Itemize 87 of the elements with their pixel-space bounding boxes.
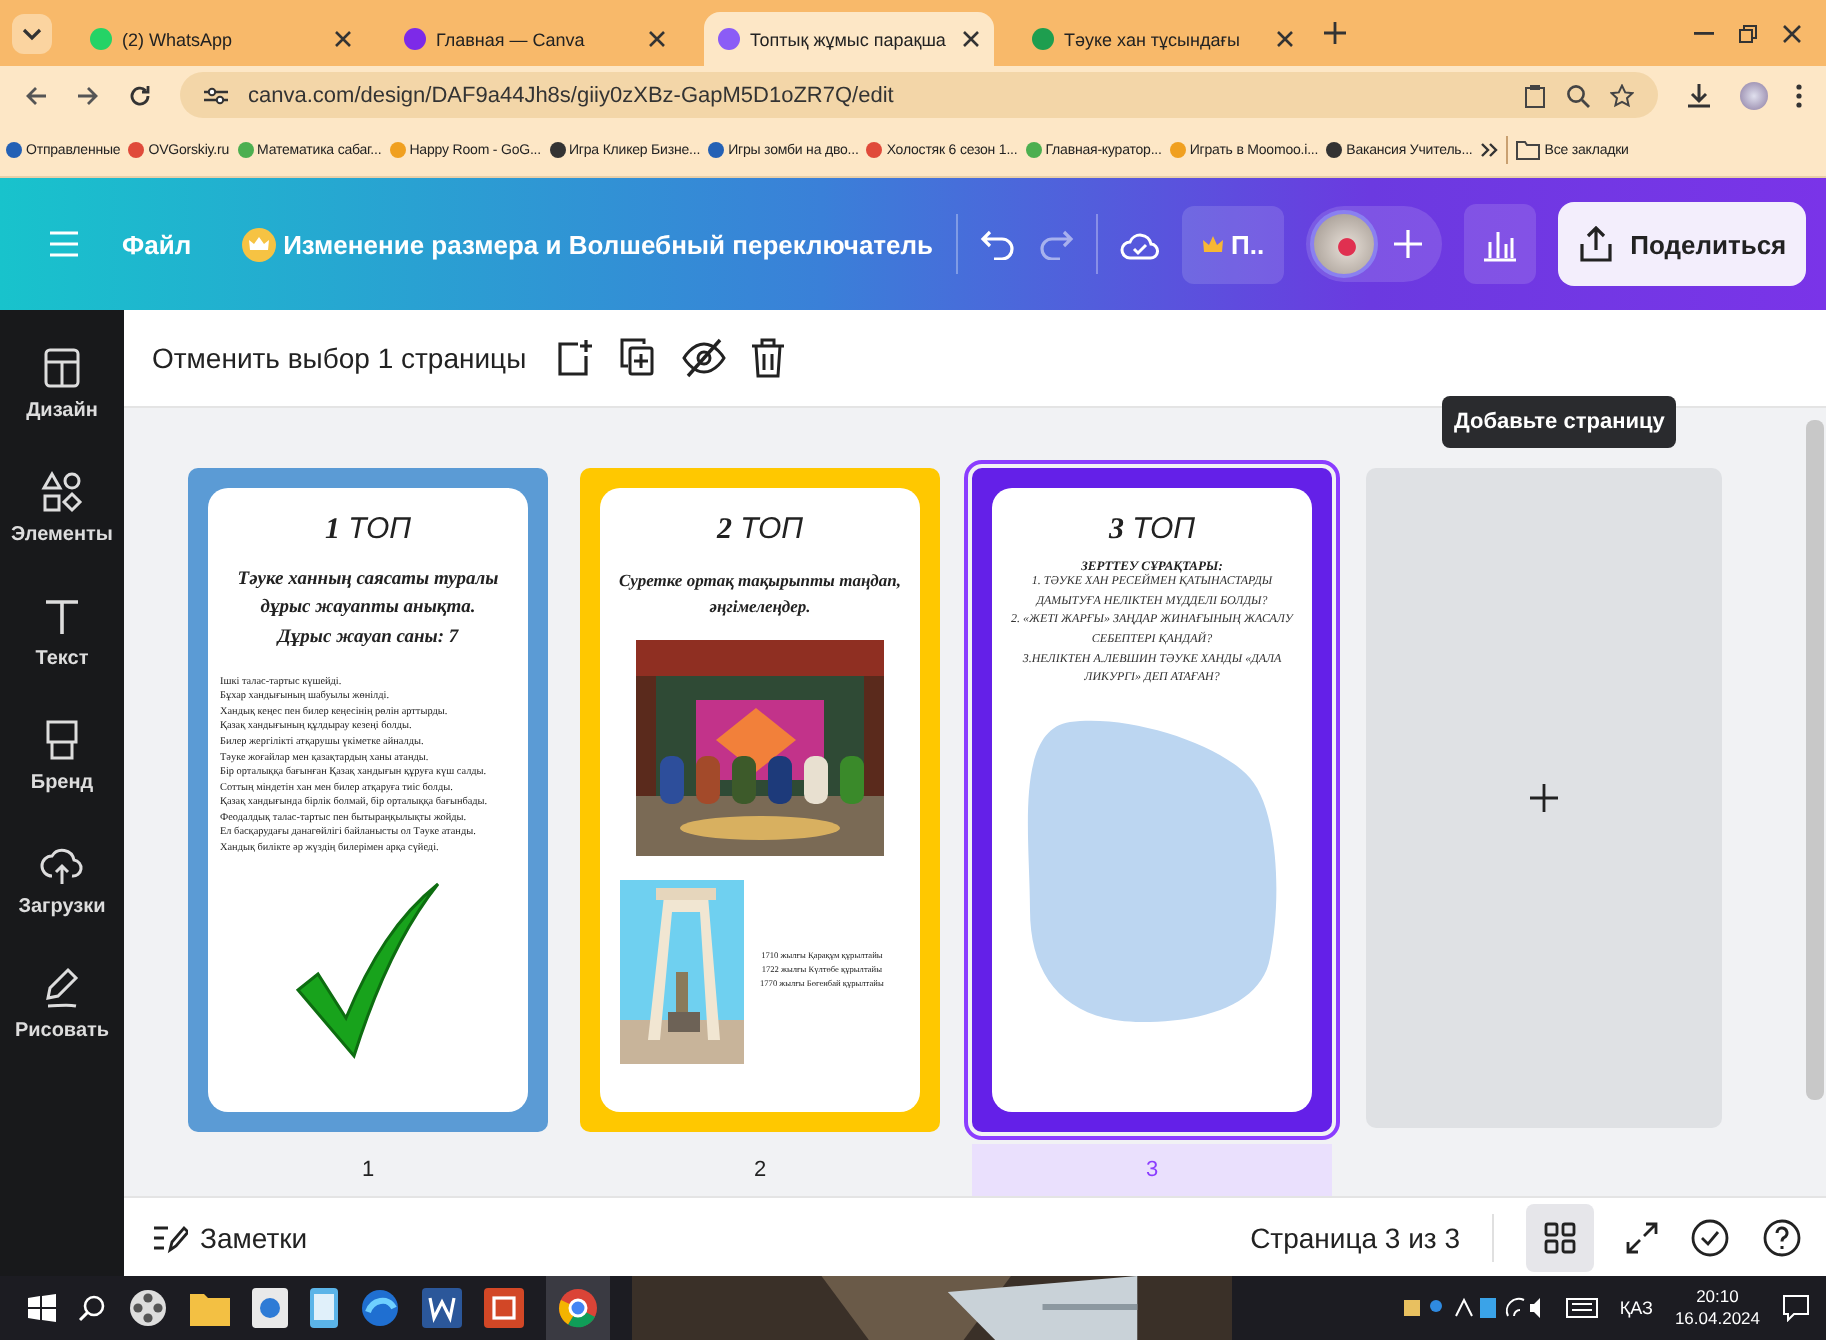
task-text: Суретке ортақ тақырыпты таңдап, әңгімелеңдер. (619, 568, 901, 620)
new-tab-icon[interactable] (1324, 22, 1346, 44)
page-counter: Страница 3 из 3 (1250, 1221, 1460, 1254)
minimize-icon[interactable] (1694, 31, 1714, 35)
check-circle-icon[interactable] (1690, 1217, 1730, 1258)
sidebar-item[interactable]: Рисовать (14, 966, 110, 1042)
grid-icon (1544, 1221, 1576, 1254)
film-reel-icon[interactable] (128, 1288, 168, 1328)
more-icon[interactable] (1796, 83, 1802, 107)
notes-icon (152, 1221, 188, 1254)
browser-tab[interactable]: Топтық жұмыс парақша (704, 12, 994, 66)
sidebar-item[interactable]: Загрузки (18, 842, 106, 918)
folder-icon (1516, 140, 1541, 160)
browser-tab[interactable]: Главная — Canva (390, 12, 680, 66)
sidebar-item[interactable]: Текст (35, 594, 89, 670)
back-icon[interactable] (24, 83, 48, 107)
checkmark-icon (294, 880, 442, 1061)
page-heading: 1 ТОП (324, 512, 412, 549)
plan-button[interactable]: П.. (1181, 205, 1285, 283)
chevron-down-icon (22, 25, 42, 41)
tooltip: Добавьте страницу (1442, 396, 1677, 449)
sidebar-item[interactable]: Элементы (11, 470, 113, 546)
download-icon[interactable] (1686, 82, 1712, 108)
page-number: 1 (359, 1156, 377, 1187)
site-settings-icon[interactable] (204, 85, 228, 105)
browser-icon (558, 1288, 598, 1328)
double-chevron-icon[interactable] (1480, 142, 1499, 158)
reload-icon[interactable] (128, 83, 152, 107)
keyboard-icon[interactable] (1565, 1298, 1598, 1318)
close-icon[interactable] (962, 30, 980, 48)
clock[interactable]: 20:10 16.04.2024 (1674, 1286, 1760, 1330)
user-avatar[interactable] (1310, 210, 1379, 278)
browser-tab[interactable]: Тәуке хан тұсындағы (1018, 12, 1308, 66)
page-thumbnail[interactable] (972, 468, 1332, 1133)
plus-icon (1530, 784, 1558, 813)
close-icon[interactable] (1782, 23, 1802, 43)
tab-list-button[interactable] (12, 13, 52, 53)
page-heading: 3 ТОП (1108, 512, 1196, 549)
browser-icon[interactable] (360, 1288, 400, 1328)
bar-chart-icon (1482, 226, 1519, 262)
add-page-icon[interactable] (554, 338, 595, 379)
crown-icon (1201, 235, 1224, 253)
clipboard-icon[interactable] (1524, 83, 1546, 107)
app-icon[interactable] (252, 1288, 288, 1328)
page-number: 2 (751, 1156, 769, 1187)
trash-icon[interactable] (750, 338, 787, 379)
folder-icon[interactable] (190, 1290, 230, 1326)
task-text: Тәуке ханның саясаты туралы дұрыс жауапты анықта. Дұрыс жауап саны: 7 (237, 568, 499, 652)
close-icon[interactable] (334, 30, 352, 48)
star-icon[interactable] (1610, 83, 1634, 107)
search-icon[interactable] (78, 1294, 106, 1322)
restore-icon[interactable] (1738, 23, 1758, 43)
page-heading: 2 ТОП (716, 512, 804, 549)
word-icon[interactable] (422, 1288, 462, 1328)
close-icon[interactable] (1276, 30, 1294, 48)
notes-button[interactable]: Заметки (152, 1221, 308, 1254)
deselect-pages-button[interactable]: Отменить выбор 1 страницы (152, 342, 527, 375)
grid-view-button[interactable] (1526, 1203, 1594, 1272)
close-icon[interactable] (648, 30, 666, 48)
share-button[interactable]: Поделиться (1558, 202, 1807, 286)
browser-tab[interactable]: (2) WhatsApp (76, 12, 366, 66)
fullscreen-icon[interactable] (1626, 1221, 1658, 1254)
sidebar-item[interactable]: Бренд (30, 718, 94, 794)
share-icon (1578, 226, 1615, 262)
notification-icon[interactable] (1782, 1294, 1810, 1322)
address-field[interactable]: canva.com/design/DAF9a44Jh8s/giiy0zXBz-GapM5D1oZR7Q/edit (180, 72, 1658, 118)
insights-button[interactable] (1464, 204, 1537, 284)
presentation-icon[interactable] (484, 1288, 524, 1328)
help-icon[interactable] (1762, 1217, 1802, 1258)
redo-icon[interactable] (1037, 228, 1074, 260)
layout-icon (39, 346, 84, 390)
browser-taskbar-button[interactable] (546, 1276, 610, 1340)
duplicate-icon[interactable] (618, 338, 659, 379)
sidebar-item[interactable]: Дизайн (26, 346, 98, 422)
forward-icon[interactable] (76, 83, 100, 107)
undo-icon[interactable] (979, 228, 1016, 260)
language-indicator[interactable]: ҚАЗ (1619, 1298, 1653, 1318)
scrollbar[interactable] (1806, 420, 1824, 1101)
page-number: 3 (972, 1144, 1332, 1197)
windows-icon[interactable] (28, 1294, 56, 1322)
tray-icons-drawing (1403, 1296, 1544, 1320)
plus-icon[interactable] (1394, 230, 1423, 258)
hide-icon[interactable] (682, 338, 727, 379)
page-thumbnail[interactable] (188, 468, 548, 1133)
zoom-icon[interactable] (1566, 83, 1590, 107)
shapes-icon (39, 470, 84, 514)
crown-icon (241, 227, 276, 261)
